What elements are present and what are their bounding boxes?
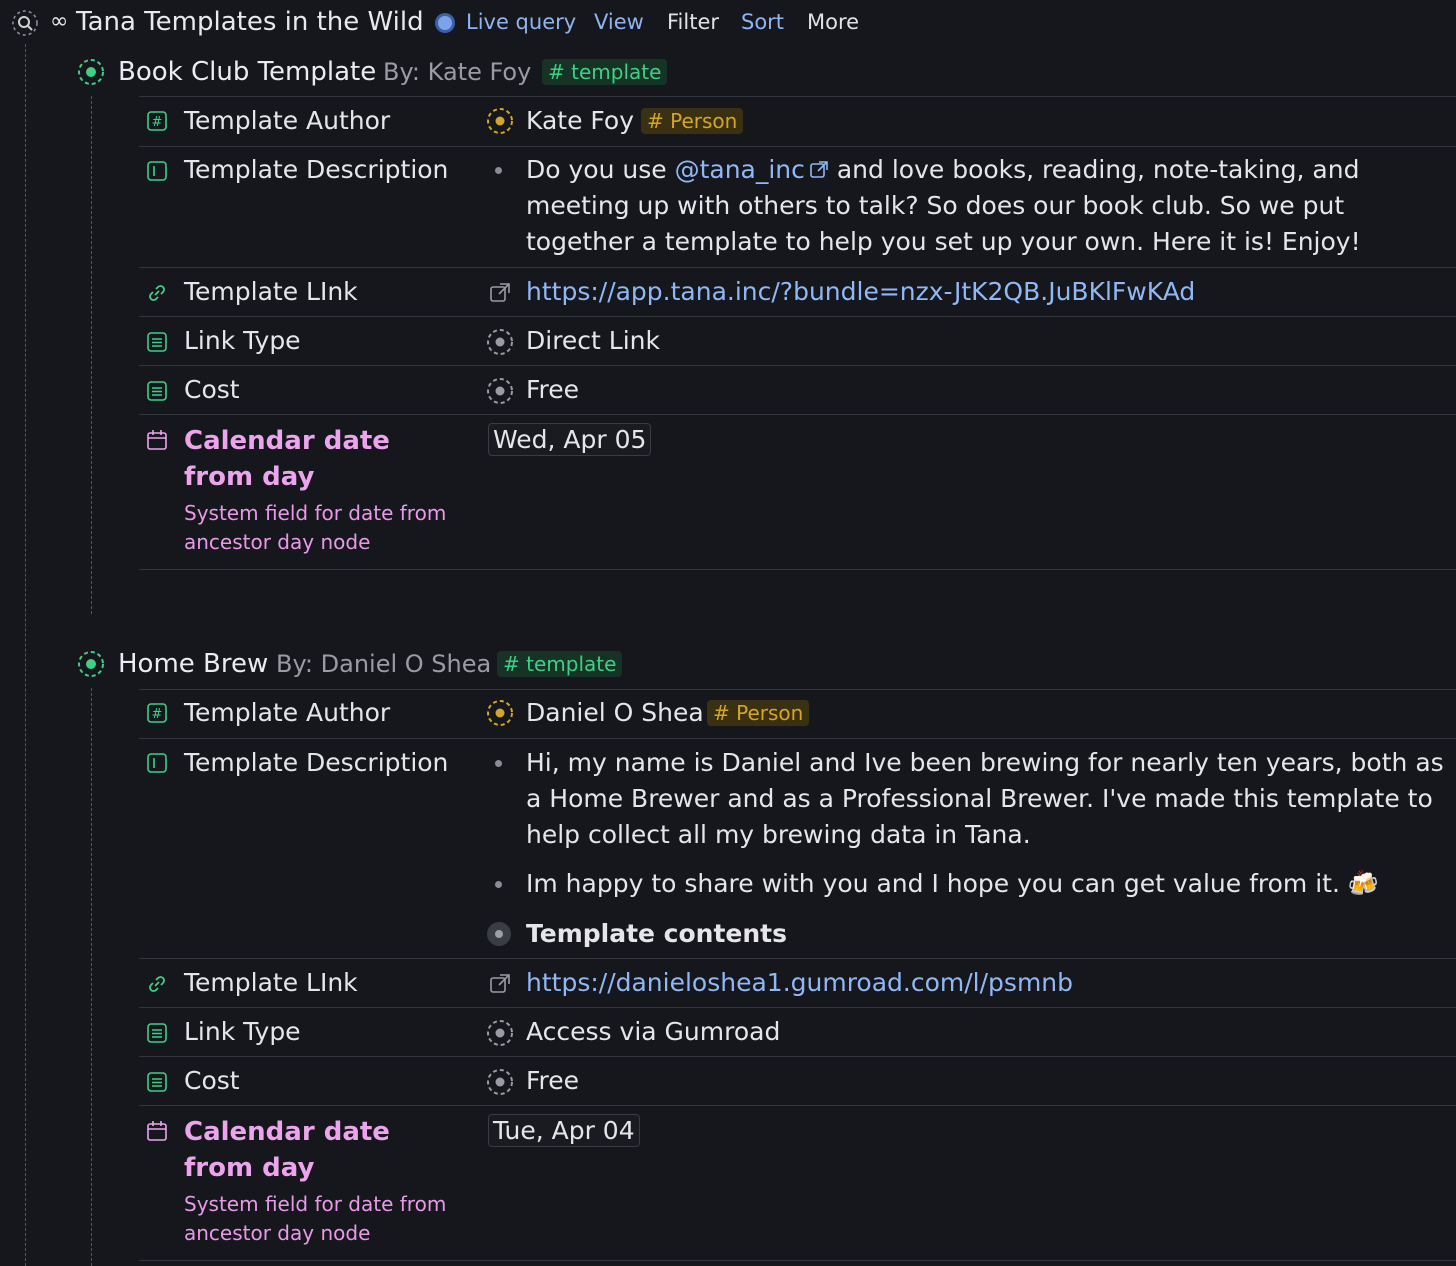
entry-guide	[91, 96, 92, 614]
author-value[interactable]: Kate Foy	[526, 106, 634, 135]
outline-guide	[25, 44, 26, 1266]
hash-field-icon: #	[146, 110, 168, 132]
field-label-cost: Cost	[184, 1066, 240, 1095]
field-label-link-type: Link Type	[184, 326, 301, 355]
search-query-icon[interactable]	[10, 8, 40, 38]
field-label-calendar: Calendar date from day	[184, 1117, 390, 1183]
infinity-icon: ∞	[50, 9, 69, 34]
live-query-icon	[434, 12, 456, 34]
field-description-calendar: System field for date from ancestor day …	[184, 1192, 447, 1245]
more-button[interactable]: More	[807, 10, 859, 34]
page-title: Tana Templates in the Wild	[76, 7, 424, 37]
node-byline: By: Kate Foy	[383, 58, 532, 86]
calendar-icon	[146, 1120, 168, 1142]
external-link-icon[interactable]	[809, 160, 829, 180]
field-label-link-type: Link Type	[184, 1017, 301, 1046]
entry-guide	[91, 688, 92, 1266]
option-node-icon[interactable]	[486, 377, 514, 405]
template-url[interactable]: https://danieloshea1.gumroad.com/l/psmnb	[526, 968, 1073, 997]
template-tag[interactable]: # template	[542, 59, 668, 85]
person-node-icon[interactable]	[486, 699, 514, 727]
external-link-icon[interactable]	[489, 282, 511, 304]
options-field-icon	[146, 331, 168, 353]
options-field-icon	[146, 380, 168, 402]
field-label-description: Template Description	[184, 748, 449, 777]
node-title[interactable]: Book Club Template	[118, 57, 376, 87]
link-field-icon	[146, 973, 168, 995]
description-paragraph-2[interactable]: Im happy to share with you and I hope yo…	[526, 869, 1379, 899]
description-text[interactable]: Do you use @tana_inc and love books, rea…	[526, 152, 1426, 260]
options-field-icon	[146, 1071, 168, 1093]
template-tag[interactable]: # template	[497, 651, 623, 677]
option-node-icon[interactable]	[486, 1068, 514, 1096]
live-query-button[interactable]: Live query	[466, 10, 576, 34]
hash-field-icon: #	[146, 702, 168, 724]
field-label-cost: Cost	[184, 375, 240, 404]
option-node-icon[interactable]	[486, 328, 514, 356]
bullet[interactable]	[495, 760, 502, 767]
filter-button[interactable]: Filter	[667, 10, 719, 34]
link-field-icon	[146, 282, 168, 304]
collapsed-bullet[interactable]	[487, 922, 511, 946]
description-paragraph-1[interactable]: Hi, my name is Daniel and Ive been brewi…	[526, 745, 1446, 853]
text-field-icon	[146, 752, 168, 774]
template-node-icon[interactable]	[77, 58, 105, 86]
node-byline: By: Daniel O Shea	[276, 650, 492, 678]
mention-link[interactable]: @tana_inc	[675, 155, 805, 184]
description-pre: Do you use	[526, 155, 667, 184]
external-link-icon[interactable]	[489, 973, 511, 995]
field-description-calendar: System field for date from ancestor day …	[184, 501, 447, 554]
svg-text:#: #	[152, 707, 163, 722]
link-type-value[interactable]: Direct Link	[526, 326, 660, 355]
field-label-description: Template Description	[184, 155, 449, 184]
bullet[interactable]	[495, 167, 502, 174]
field-label-calendar: Calendar date from day	[184, 426, 390, 492]
date-value[interactable]: Tue, Apr 04	[488, 1114, 640, 1147]
node-title[interactable]: Home Brew	[118, 649, 268, 679]
date-value[interactable]: Wed, Apr 05	[488, 423, 652, 456]
field-label-link: Template LInk	[184, 968, 358, 997]
template-url[interactable]: https://app.tana.inc/?bundle=nzx-JtK2QB.…	[526, 277, 1195, 306]
person-tag[interactable]: # Person	[707, 700, 810, 726]
link-type-value[interactable]: Access via Gumroad	[526, 1017, 780, 1046]
calendar-icon	[146, 429, 168, 451]
person-tag[interactable]: # Person	[641, 108, 744, 134]
author-value[interactable]: Daniel O Shea	[526, 698, 704, 727]
options-field-icon	[146, 1022, 168, 1044]
text-field-icon	[146, 160, 168, 182]
field-label-author: Template Author	[184, 698, 391, 727]
sort-button[interactable]: Sort	[741, 10, 784, 34]
cost-value[interactable]: Free	[526, 1066, 579, 1095]
template-contents-node[interactable]: Template contents	[526, 919, 787, 948]
field-label-link: Template LInk	[184, 277, 358, 306]
bullet[interactable]	[495, 881, 502, 888]
svg-text:#: #	[152, 115, 163, 130]
field-label-author: Template Author	[184, 106, 391, 135]
view-button[interactable]: View	[594, 10, 644, 34]
person-node-icon[interactable]	[486, 107, 514, 135]
template-node-icon[interactable]	[77, 650, 105, 678]
option-node-icon[interactable]	[486, 1019, 514, 1047]
cost-value[interactable]: Free	[526, 375, 579, 404]
